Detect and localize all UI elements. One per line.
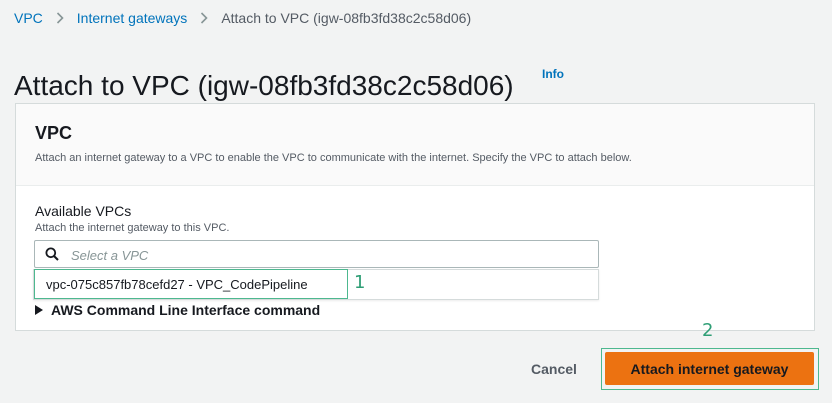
info-link[interactable]: Info (542, 67, 564, 81)
breadcrumb-current: Attach to VPC (igw-08fb3fd38c2c58d06) (221, 10, 472, 26)
cancel-button[interactable]: Cancel (516, 355, 592, 383)
attach-button-highlight: Attach internet gateway (601, 348, 819, 390)
chevron-right-icon (56, 12, 64, 24)
breadcrumb-link-internet-gateways[interactable]: Internet gateways (77, 10, 188, 26)
search-icon (45, 247, 59, 266)
annotation-step-2: 2 (702, 320, 714, 341)
breadcrumb-link-vpc[interactable]: VPC (14, 10, 43, 26)
attach-internet-gateway-button[interactable]: Attach internet gateway (605, 352, 814, 385)
page-title: Attach to VPC (igw-08fb3fd38c2c58d06) (14, 69, 514, 101)
available-vpcs-label: Available VPCs (35, 203, 132, 219)
panel-header: VPC Attach an internet gateway to a VPC … (16, 104, 814, 186)
caret-right-icon (35, 305, 43, 315)
panel-description: Attach an internet gateway to a VPC to e… (35, 152, 632, 164)
cli-command-label: AWS Command Line Interface command (51, 302, 321, 318)
annotation-step-1: 1 (354, 272, 366, 293)
vpc-option-label: vpc-075c857fb78cefd27 - VPC_CodePipeline (46, 276, 308, 292)
vpc-dropdown-list: vpc-075c857fb78cefd27 - VPC_CodePipeline (33, 269, 599, 300)
vpc-select-box[interactable] (34, 240, 599, 269)
cli-command-expander[interactable]: AWS Command Line Interface command (35, 302, 320, 318)
vpc-option[interactable]: vpc-075c857fb78cefd27 - VPC_CodePipeline (34, 269, 348, 299)
panel-title: VPC (35, 123, 73, 143)
vpc-search-input[interactable] (69, 241, 593, 269)
breadcrumb: VPC Internet gateways Attach to VPC (igw… (14, 10, 471, 26)
available-vpcs-description: Attach the internet gateway to this VPC. (35, 222, 230, 234)
chevron-right-icon (200, 12, 208, 24)
